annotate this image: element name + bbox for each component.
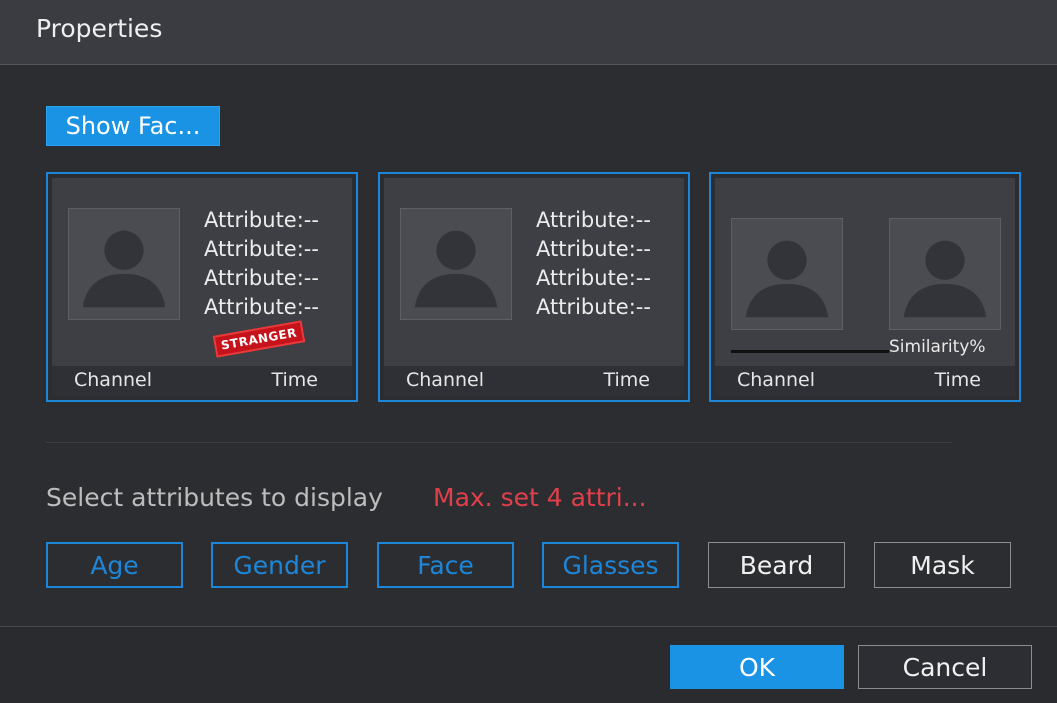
time-label: Time — [934, 369, 982, 391]
attribute-toggle-beard[interactable]: Beard — [708, 542, 845, 588]
time-label: Time — [603, 369, 651, 391]
attribute-line: Attribute:-- — [536, 237, 651, 261]
card-footer: Channel Time — [384, 366, 684, 396]
cancel-button[interactable]: Cancel — [858, 645, 1032, 689]
face-card-comparison[interactable]: Similarity% Channel Time — [709, 172, 1021, 402]
title-bar: Properties — [0, 0, 1057, 65]
attribute-line: Attribute:-- — [204, 295, 319, 319]
card-footer: Channel Time — [715, 366, 1015, 396]
attribute-line: Attribute:-- — [536, 266, 651, 290]
attribute-line: Attribute:-- — [204, 237, 319, 261]
person-silhouette-icon — [400, 208, 512, 320]
channel-label: Channel — [737, 369, 816, 391]
attribute-toggle-gender[interactable]: Gender — [211, 542, 348, 588]
channel-label: Channel — [406, 369, 485, 391]
attribute-toggle-face[interactable]: Face — [377, 542, 514, 588]
person-silhouette-icon — [889, 218, 1001, 330]
attribute-toggle-glasses[interactable]: Glasses — [542, 542, 679, 588]
face-card-stranger[interactable]: Attribute:-- Attribute:-- Attribute:-- A… — [46, 172, 358, 402]
channel-label: Channel — [74, 369, 153, 391]
card-footer: Channel Time — [52, 366, 352, 396]
attribute-line: Attribute:-- — [204, 266, 319, 290]
attribute-line: Attribute:-- — [536, 208, 651, 232]
time-label: Time — [271, 369, 319, 391]
show-face-button[interactable]: Show Fac... — [46, 106, 220, 146]
attribute-line: Attribute:-- — [204, 208, 319, 232]
attribute-toggle-age[interactable]: Age — [46, 542, 183, 588]
select-attributes-label: Select attributes to display — [46, 483, 383, 512]
person-silhouette-icon — [68, 208, 180, 320]
section-divider — [46, 442, 952, 443]
max-attributes-warning: Max. set 4 attri... — [433, 483, 647, 512]
dialog-title: Properties — [36, 14, 163, 43]
attribute-list: Attribute:-- Attribute:-- Attribute:-- A… — [204, 206, 319, 322]
face-card-normal[interactable]: Attribute:-- Attribute:-- Attribute:-- A… — [378, 172, 690, 402]
ok-button[interactable]: OK — [670, 645, 844, 689]
attribute-toggle-mask[interactable]: Mask — [874, 542, 1011, 588]
stranger-stamp: STRANGER — [212, 320, 306, 358]
attribute-list: Attribute:-- Attribute:-- Attribute:-- A… — [536, 206, 651, 322]
similarity-bar — [731, 350, 889, 353]
person-silhouette-icon — [731, 218, 843, 330]
similarity-label: Similarity% — [889, 337, 986, 357]
attribute-line: Attribute:-- — [536, 295, 651, 319]
